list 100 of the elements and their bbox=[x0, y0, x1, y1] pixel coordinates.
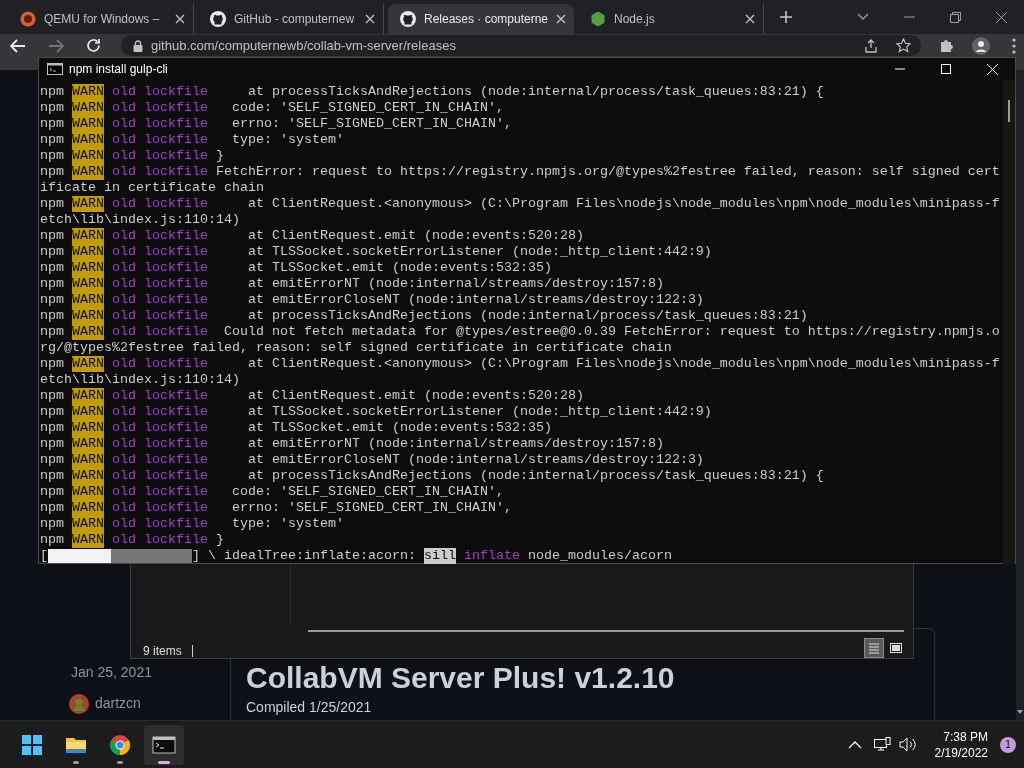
log-message: at processTicksAndRejections (node:internal/process/task_queues:83:21) bbox=[246, 308, 808, 324]
close-icon[interactable] bbox=[365, 14, 375, 24]
log-scope: old lockfile bbox=[112, 116, 208, 132]
taskbar-app-button[interactable] bbox=[144, 724, 184, 765]
log-scope: old lockfile bbox=[112, 100, 208, 116]
warn-badge: WARN bbox=[72, 196, 104, 212]
log-prefix: npm bbox=[40, 148, 64, 164]
plus-icon bbox=[779, 10, 793, 24]
log-message: etch\lib\index.js:110:14) bbox=[40, 212, 240, 228]
log-message: at TLSSocket.emit (node:events:532:35) bbox=[246, 260, 552, 276]
log-prefix: npm bbox=[40, 132, 64, 148]
horizontal-scrollbar[interactable] bbox=[308, 630, 904, 632]
log-prefix: npm bbox=[40, 404, 64, 420]
close-icon[interactable] bbox=[175, 14, 185, 24]
share-icon[interactable] bbox=[864, 38, 878, 53]
log-prefix: npm bbox=[40, 356, 64, 372]
cat-logo-icon bbox=[210, 11, 226, 27]
warn-badge: WARN bbox=[72, 484, 104, 500]
round-logo-icon bbox=[20, 11, 36, 27]
log-prefix: npm bbox=[40, 244, 64, 260]
lock-icon bbox=[133, 39, 143, 52]
log-message: at emitErrorCloseNT (node:internal/streams/destroy:122:3) bbox=[246, 292, 704, 308]
view-toggle-button[interactable] bbox=[864, 638, 884, 658]
log-message: code: 'SELF_SIGNED_CERT_IN_CHAIN', bbox=[230, 100, 504, 116]
log-prefix: npm bbox=[40, 276, 64, 292]
log-scope: old lockfile bbox=[112, 260, 208, 276]
reload-icon[interactable] bbox=[86, 38, 101, 53]
log-scope: old lockfile bbox=[112, 436, 208, 452]
log-message: at emitErrorCloseNT (node:internal/streams/destroy:122:3) bbox=[246, 452, 704, 468]
log-scope: old lockfile bbox=[112, 164, 208, 180]
log-scope: old lockfile bbox=[112, 148, 208, 164]
network-icon[interactable] bbox=[873, 737, 891, 752]
log-scope: old lockfile bbox=[112, 452, 208, 468]
log-scope: old lockfile bbox=[112, 468, 208, 484]
warn-badge: WARN bbox=[72, 404, 104, 420]
bracket-text: [ bbox=[40, 548, 48, 564]
close-icon bbox=[995, 11, 1007, 23]
log-scope: old lockfile bbox=[112, 84, 208, 100]
log-message: errno: 'SELF_SIGNED_CERT_IN_CHAIN', bbox=[230, 500, 512, 516]
warn-badge: WARN bbox=[72, 292, 104, 308]
log-prefix: npm bbox=[40, 308, 64, 324]
star-icon[interactable] bbox=[896, 38, 911, 53]
menu-icon[interactable] bbox=[1012, 37, 1016, 54]
log-message: at ClientRequest.emit (node:events:520:28) bbox=[246, 228, 584, 244]
puzzle-piece-icon[interactable] bbox=[939, 38, 954, 53]
author-link[interactable]: dartzcn bbox=[95, 693, 141, 714]
log-message: type: 'system' bbox=[230, 132, 344, 148]
speaker-icon[interactable] bbox=[898, 737, 917, 752]
close-icon[interactable] bbox=[556, 14, 566, 24]
warn-badge: WARN bbox=[72, 116, 104, 132]
maximize-icon bbox=[941, 64, 951, 74]
log-message: FetchError: request to https://registry.npmjs.org/@types%2festree failed, reason: self signed cert bbox=[214, 164, 1000, 180]
list-icon bbox=[866, 640, 882, 656]
log-scope: old lockfile bbox=[112, 356, 208, 372]
release-title[interactable]: CollabVM Server Plus! v1.2.10 bbox=[246, 662, 675, 694]
scrollbar[interactable] bbox=[1003, 80, 1015, 564]
log-prefix: npm bbox=[40, 324, 64, 340]
release-notes: Compiled 1/25/2021 bbox=[246, 698, 372, 716]
log-message: code: 'SELF_SIGNED_CERT_IN_CHAIN', bbox=[230, 484, 504, 500]
clock-date[interactable]: 2/19/2022 bbox=[934, 744, 988, 761]
chevron-up-icon[interactable] bbox=[847, 740, 862, 749]
log-scope: old lockfile bbox=[112, 420, 208, 436]
address-bar[interactable]: github.com/computernewb/collab-vm-server/releases bbox=[121, 35, 921, 56]
log-prefix: npm bbox=[40, 516, 64, 532]
log-message: } bbox=[214, 148, 224, 164]
warn-badge: WARN bbox=[72, 308, 104, 324]
log-prefix: npm bbox=[40, 484, 64, 500]
log-message: rg/@types%2festree failed, reason: self signed certificate in certificate chain bbox=[40, 340, 672, 356]
clock-time[interactable]: 7:38 PM bbox=[943, 728, 988, 745]
log-message: at TLSSocket.emit (node:events:532:35) bbox=[246, 420, 552, 436]
log-prefix: npm bbox=[40, 292, 64, 308]
warn-badge: WARN bbox=[72, 516, 104, 532]
notification-badge[interactable]: 1 bbox=[1000, 736, 1016, 753]
log-message: type: 'system' bbox=[230, 516, 344, 532]
profile-icon[interactable] bbox=[972, 36, 990, 55]
minimize-icon bbox=[903, 16, 915, 18]
log-prefix: npm bbox=[40, 452, 64, 468]
warn-badge: WARN bbox=[72, 436, 104, 452]
scroll-down-icon[interactable] bbox=[1017, 710, 1023, 714]
warn-badge: WARN bbox=[72, 84, 104, 100]
warn-badge: WARN bbox=[72, 324, 104, 340]
warn-badge: WARN bbox=[72, 100, 104, 116]
browser-tab[interactable]: Releases · computerne bbox=[388, 4, 574, 34]
release-date: Jan 25, 2021 bbox=[71, 663, 153, 682]
console-icon bbox=[47, 63, 63, 75]
back-arrow-icon[interactable] bbox=[10, 38, 26, 53]
close-icon[interactable] bbox=[745, 14, 755, 24]
forward-arrow-icon[interactable] bbox=[48, 38, 64, 53]
bracket-text: ] bbox=[192, 548, 200, 564]
log-scope: old lockfile bbox=[112, 404, 208, 420]
scrollbar[interactable] bbox=[1016, 70, 1024, 720]
warn-badge: WARN bbox=[72, 228, 104, 244]
log-scope: old lockfile bbox=[112, 388, 208, 404]
log-scope: inflate bbox=[463, 548, 520, 564]
log-message: at TLSSocket.socketErrorListener (node:_http_client:442:9) bbox=[246, 244, 712, 260]
log-message: at ClientRequest.<anonymous> (C:\Program Files\nodejs\node_modules\npm\node_modules\minipass-f bbox=[246, 356, 1000, 372]
log-scope: old lockfile bbox=[112, 532, 208, 548]
log-prefix: npm bbox=[40, 420, 64, 436]
browser-icon bbox=[108, 732, 132, 757]
warn-badge: WARN bbox=[72, 244, 104, 260]
